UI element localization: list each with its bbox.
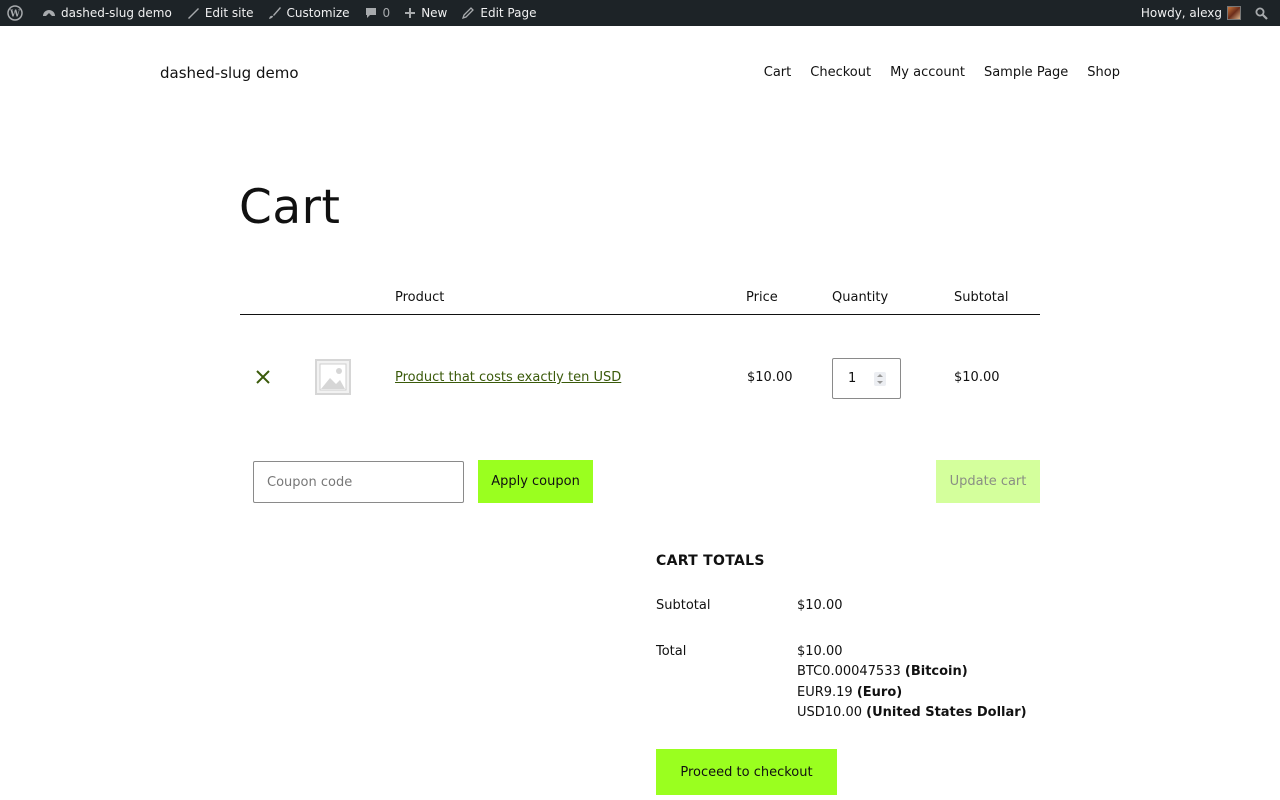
nav-cart[interactable]: Cart (764, 65, 792, 80)
admin-site-name-label: dashed-slug demo (61, 6, 172, 20)
conversion-eur: EUR9.19 (Euro) (797, 685, 902, 700)
column-header-quantity: Quantity (832, 290, 889, 305)
product-subtotal: $10.00 (954, 370, 1000, 385)
conversion-btc: BTC0.00047533 (Bitcoin) (797, 664, 968, 679)
admin-site-name[interactable]: dashed-slug demo (35, 0, 179, 26)
column-header-subtotal: Subtotal (954, 290, 1009, 305)
my-account-menu[interactable]: Howdy, alexg (1134, 0, 1248, 26)
nav-my-account[interactable]: My account (890, 65, 965, 80)
product-thumbnail[interactable] (315, 359, 351, 395)
svg-text:W: W (9, 10, 21, 20)
comments-link[interactable]: 0 (357, 0, 398, 26)
conversion-btc-currency: (Bitcoin) (904, 664, 968, 679)
quantity-input[interactable]: 1 (832, 358, 901, 399)
conversion-eur-amount: EUR9.19 (797, 685, 853, 700)
site-title[interactable]: dashed-slug demo (160, 64, 299, 82)
cart-item-row: Product that costs exactly ten USD $10.0… (240, 315, 1040, 441)
plus-icon (405, 8, 416, 18)
brush-icon (187, 8, 199, 19)
product-name-link[interactable]: Product that costs exactly ten USD (395, 370, 621, 385)
totals-subtotal-label: Subtotal (656, 598, 711, 613)
conversion-usd: USD10.00 (United States Dollar) (797, 705, 1027, 720)
cart-table: Product Price Quantity Subtotal Product … (240, 282, 1040, 441)
product-price: $10.00 (747, 370, 793, 385)
quantity-value: 1 (848, 371, 857, 386)
new-label: New (421, 6, 448, 20)
comments-count: 0 (382, 6, 391, 20)
customize-link[interactable]: Customize (261, 0, 357, 26)
paintbrush-icon (268, 7, 281, 19)
column-header-price: Price (746, 290, 778, 305)
pencil-icon (462, 7, 475, 20)
wordpress-icon: W (7, 5, 23, 21)
comment-icon (365, 8, 376, 18)
nav-sample-page[interactable]: Sample Page (984, 65, 1068, 80)
close-icon (256, 370, 270, 384)
admin-search[interactable] (1248, 0, 1280, 26)
wordpress-logo[interactable]: W (0, 0, 35, 26)
new-content-link[interactable]: New (397, 0, 454, 26)
remove-item-button[interactable] (253, 367, 273, 387)
edit-site-label: Edit site (204, 6, 254, 20)
conversion-usd-currency: (United States Dollar) (866, 705, 1027, 720)
proceed-to-checkout-button[interactable]: Proceed to checkout (656, 749, 837, 795)
main-navigation: Cart Checkout My account Sample Page Sho… (764, 65, 1120, 80)
dashboard-icon (43, 10, 55, 16)
apply-coupon-button[interactable]: Apply coupon (478, 460, 593, 503)
customize-label: Customize (286, 6, 350, 20)
cart-totals-title: CART TOTALS (656, 553, 765, 569)
image-placeholder-icon (315, 359, 351, 395)
edit-page-link[interactable]: Edit Page (454, 0, 543, 26)
page-title: Cart (239, 180, 341, 235)
edit-page-label: Edit Page (480, 6, 537, 20)
conversion-eur-currency: (Euro) (856, 685, 903, 700)
totals-subtotal-value: $10.00 (797, 598, 843, 613)
nav-checkout[interactable]: Checkout (810, 65, 871, 80)
coupon-code-input[interactable] (253, 461, 464, 503)
update-cart-button[interactable]: Update cart (936, 460, 1040, 503)
edit-site-link[interactable]: Edit site (179, 0, 261, 26)
conversion-usd-amount: USD10.00 (797, 705, 862, 720)
cart-table-header: Product Price Quantity Subtotal (240, 282, 1040, 315)
column-header-product: Product (395, 290, 445, 305)
totals-total-value: $10.00 (797, 644, 843, 659)
totals-total-label: Total (656, 644, 687, 659)
avatar (1227, 6, 1241, 20)
search-icon (1255, 7, 1268, 20)
admin-bar: W dashed-slug demo Edit site Customize 0… (0, 0, 1280, 26)
quantity-stepper[interactable] (874, 372, 886, 386)
nav-shop[interactable]: Shop (1087, 65, 1120, 80)
conversion-btc-amount: BTC0.00047533 (797, 664, 901, 679)
howdy-label: Howdy, alexg (1140, 6, 1222, 20)
